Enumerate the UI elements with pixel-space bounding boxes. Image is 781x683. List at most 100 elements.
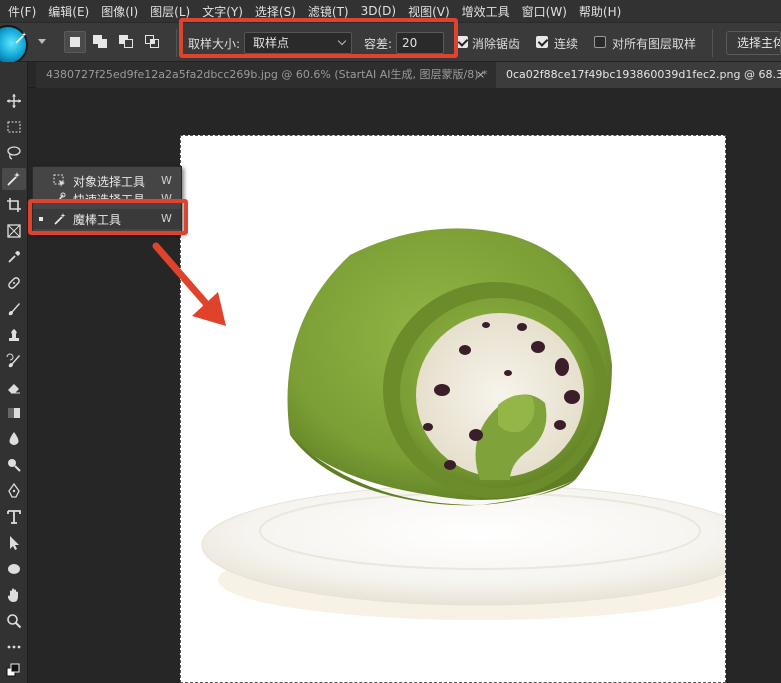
object-selection-icon: [53, 174, 65, 187]
flyout-item-quick-selection[interactable]: 快速选择工具 W: [33, 189, 181, 203]
menu-item[interactable]: 图层(L): [150, 3, 190, 20]
menu-item[interactable]: 帮助(H): [579, 3, 621, 20]
selected-bullet-icon: [39, 217, 43, 221]
selection-add-button[interactable]: [90, 31, 112, 53]
magic-wand-icon: [54, 213, 66, 225]
tolerance-input[interactable]: 20: [396, 32, 444, 54]
pen-icon: [8, 483, 20, 498]
contiguous-checkbox[interactable]: [536, 36, 548, 48]
tool-zoom[interactable]: [2, 610, 26, 632]
crop-icon: [7, 198, 21, 212]
marquee-icon: [7, 121, 21, 133]
options-divider: [712, 29, 713, 57]
tool-frame[interactable]: [2, 220, 26, 242]
sample-all-layers-checkbox[interactable]: [594, 36, 606, 48]
magic-wand-preset-icon: [15, 32, 27, 44]
flyout-item-shortcut: W: [161, 174, 172, 187]
selection-subtract-button[interactable]: [116, 31, 138, 53]
frame-icon: [7, 224, 21, 238]
type-icon: [7, 510, 21, 524]
tab-document-1[interactable]: 4380727f25ed9fe12a2a5fa2dbcc269b.jpg @ 6…: [36, 62, 496, 88]
tool-type[interactable]: [2, 506, 26, 528]
swap-colors-icon: [6, 663, 20, 677]
menu-item[interactable]: 编辑(E): [48, 3, 89, 20]
gradient-icon: [8, 408, 20, 418]
tool-pen[interactable]: [2, 480, 26, 502]
selection-new-button[interactable]: [64, 31, 86, 53]
menu-item[interactable]: 增效工具: [462, 3, 510, 20]
menu-bar: 件(F) 编辑(E) 图像(I) 图层(L) 文字(Y) 选择(S) 滤镜(T) 3D(D) 视…: [0, 0, 781, 22]
eraser-icon: [8, 384, 20, 394]
tab-document-2[interactable]: 0ca02f88ce17f49bc193860039d1fec2.png @ 6…: [496, 62, 781, 88]
close-icon[interactable]: ×: [476, 62, 485, 88]
chevron-down-icon: [38, 39, 46, 44]
tool-preset-picker[interactable]: [0, 25, 46, 65]
tool-lasso[interactable]: [2, 142, 26, 164]
contiguous-label: 连续: [554, 37, 579, 51]
blur-icon: [9, 432, 19, 445]
flyout-item-label: 魔棒工具: [73, 213, 122, 227]
history-brush-icon: [6, 353, 20, 368]
quick-selection-icon: [55, 192, 66, 203]
tool-history-brush[interactable]: [2, 350, 26, 372]
healing-icon: [8, 277, 20, 289]
tool-blur[interactable]: [2, 428, 26, 450]
menu-item[interactable]: 图像(I): [101, 3, 138, 20]
tools-panel: [0, 62, 28, 683]
zoom-icon: [7, 614, 22, 629]
tool-path-select[interactable]: [2, 532, 26, 554]
dodge-icon: [8, 459, 21, 472]
magic-wand-icon: [7, 172, 20, 186]
chevron-down-icon: [337, 36, 347, 46]
menu-item[interactable]: 视图(V): [408, 3, 450, 20]
tool-ellipse[interactable]: [2, 558, 26, 580]
selection-tools-flyout: 对象选择工具 W 快速选择工具 W 魔棒工具 W: [32, 166, 182, 234]
selection-intersect-button[interactable]: [142, 31, 164, 53]
tool-dodge[interactable]: [2, 454, 26, 476]
tool-more[interactable]: [2, 636, 26, 658]
flyout-item-label: 快速选择工具: [73, 193, 146, 203]
tab-document-1-label: 4380727f25ed9fe12a2a5fa2dbcc269b.jpg @ 6…: [46, 68, 488, 81]
tool-crop[interactable]: [2, 194, 26, 216]
flyout-item-shortcut: W: [161, 212, 172, 225]
selection-marquee: [180, 135, 726, 683]
sample-all-layers-label: 对所有图层取样: [612, 37, 697, 51]
antialias-label: 消除锯齿: [472, 37, 521, 51]
more-icon: [7, 645, 21, 649]
menu-item[interactable]: 3D(D): [361, 4, 396, 18]
tool-swap-colors[interactable]: [2, 660, 26, 682]
tool-stamp[interactable]: [2, 324, 26, 346]
tool-hand[interactable]: [2, 584, 26, 606]
flyout-item-label: 对象选择工具: [73, 175, 146, 189]
tool-gradient[interactable]: [2, 402, 26, 424]
select-subject-button[interactable]: 选择主体: [726, 31, 781, 55]
tool-move[interactable]: [2, 90, 26, 112]
tool-eyedropper[interactable]: [2, 246, 26, 268]
sample-size-select[interactable]: 取样点: [244, 32, 352, 54]
sample-size-value: 取样点: [253, 36, 290, 50]
tolerance-label: 容差:: [364, 37, 393, 51]
flyout-item-object-selection[interactable]: 对象选择工具 W: [33, 171, 181, 191]
stamp-icon: [9, 329, 19, 341]
menu-item[interactable]: 选择(S): [255, 3, 296, 20]
flyout-item-magic-wand[interactable]: 魔棒工具 W: [33, 209, 181, 229]
options-bar: 取样大小: 取样点 容差: 20 消除锯齿 连续 对所有图层取样 选择主体: [0, 22, 781, 65]
path-select-icon: [10, 536, 19, 550]
move-icon: [7, 94, 21, 108]
tool-eraser[interactable]: [2, 376, 26, 398]
menu-item[interactable]: 文字(Y): [202, 3, 243, 20]
flyout-item-shortcut: W: [161, 192, 172, 203]
menu-item[interactable]: 件(F): [8, 3, 36, 20]
eyedropper-icon: [8, 251, 20, 263]
tool-brush[interactable]: [2, 298, 26, 320]
menu-item[interactable]: 窗口(W): [522, 3, 567, 20]
options-divider: [176, 29, 177, 57]
tool-magic-wand[interactable]: [2, 168, 26, 190]
antialias-checkbox[interactable]: [456, 36, 468, 48]
tool-marquee[interactable]: [2, 116, 26, 138]
annotation-arrow-icon: [152, 242, 226, 326]
tool-healing[interactable]: [2, 272, 26, 294]
menu-item[interactable]: 滤镜(T): [308, 3, 349, 20]
ellipse-icon: [8, 564, 20, 574]
document-tab-bar: 4380727f25ed9fe12a2a5fa2dbcc269b.jpg @ 6…: [0, 62, 781, 88]
